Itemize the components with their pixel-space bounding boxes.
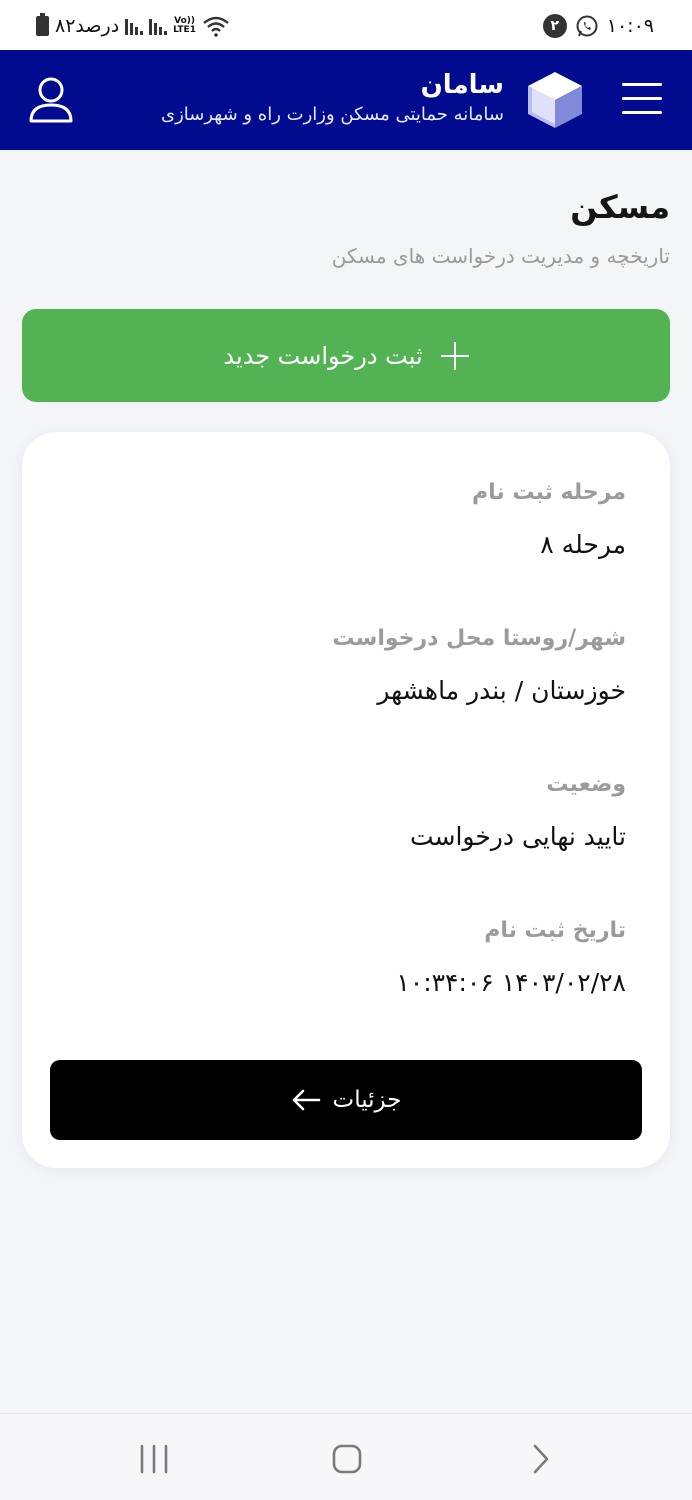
system-nav-bar — [0, 1413, 692, 1500]
new-request-button[interactable]: ثبت درخواست جدید — [22, 309, 670, 402]
brand-subtitle: سامانه حمایتی مسکن وزارت راه و شهرسازی — [161, 104, 504, 125]
field-label-status: وضعیت — [546, 772, 626, 797]
clock: ۱۰:۰۹ — [606, 15, 654, 37]
new-request-label: ثبت درخواست جدید — [223, 341, 423, 370]
notification-badge: ۲ — [542, 14, 567, 38]
wifi-icon — [203, 16, 229, 37]
recents-icon[interactable] — [138, 1442, 170, 1476]
field-value-stage: مرحله ۸ — [540, 530, 626, 559]
field-value-city: خوزستان / بندر ماهشهر — [377, 676, 626, 705]
plus-icon — [440, 341, 469, 370]
home-icon[interactable] — [330, 1442, 364, 1476]
brand: سامان سامانه حمایتی مسکن وزارت راه و شهر… — [161, 68, 504, 128]
app-header: سامان سامانه حمایتی مسکن وزارت راه و شهر… — [0, 50, 692, 150]
box-logo-icon — [528, 72, 582, 128]
user-icon[interactable] — [28, 76, 74, 124]
lte-label: LTE1 — [173, 25, 196, 35]
details-label: جزئیات — [332, 1087, 402, 1113]
request-card: مرحله ثبت نام مرحله ۸ شهر/روستا محل درخو… — [22, 432, 670, 1168]
whatsapp-icon — [576, 15, 598, 37]
network-label: Vo)) LTE1 — [173, 17, 196, 35]
page-title: مسکن — [570, 188, 670, 226]
brand-title: سامان — [420, 70, 504, 100]
signal-icon-2 — [149, 17, 168, 35]
status-left: ۸۲درصد Vo)) LTE1 — [36, 12, 230, 40]
page-subtitle: تاریخچه و مدیریت درخواست های مسکن — [331, 244, 670, 268]
battery-text: ۸۲درصد — [55, 15, 120, 37]
hamburger-icon[interactable] — [622, 81, 662, 117]
field-value-date: ۱۴۰۳/۰۲/۲۸ ۱۰:۳۴:۰۶ — [396, 968, 626, 997]
arrow-left-icon — [292, 1089, 320, 1111]
field-label-stage: مرحله ثبت نام — [472, 480, 626, 505]
field-value-status: تایید نهایی درخواست — [409, 822, 626, 851]
field-label-date: تاریخ ثبت نام — [484, 918, 626, 943]
status-right: ۲ ۱۰:۰۹ — [542, 12, 654, 40]
signal-icon — [125, 17, 144, 35]
details-button[interactable]: جزئیات — [50, 1060, 642, 1140]
screen: ۸۲درصد Vo)) LTE1 ۲ ۱۰:۰۹ سامان سامانه حم… — [0, 0, 692, 1500]
status-bar: ۸۲درصد Vo)) LTE1 ۲ ۱۰:۰۹ — [0, 0, 692, 50]
battery-icon — [36, 13, 49, 36]
back-icon[interactable] — [526, 1442, 554, 1476]
field-label-city: شهر/روستا محل درخواست — [332, 626, 626, 651]
